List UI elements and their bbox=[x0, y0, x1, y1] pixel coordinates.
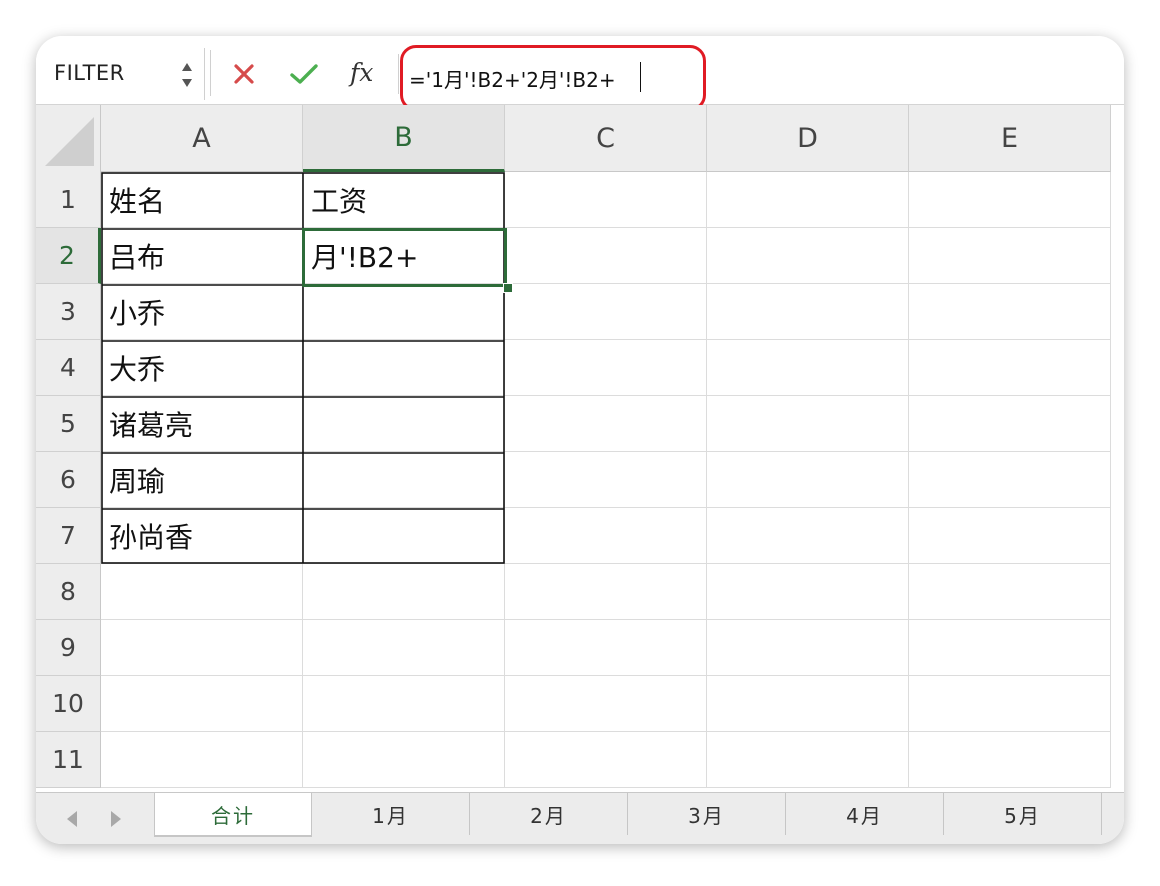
chevron-right-icon bbox=[111, 811, 121, 827]
sheet-tab[interactable]: 2月 bbox=[470, 793, 628, 835]
next-sheet-button[interactable] bbox=[106, 809, 126, 829]
cell-a8[interactable] bbox=[101, 564, 303, 620]
cell-e2[interactable] bbox=[909, 228, 1111, 284]
cell-e10[interactable] bbox=[909, 676, 1111, 732]
cell-b1[interactable]: 工资 bbox=[303, 172, 505, 228]
cell-a1[interactable]: 姓名 bbox=[101, 172, 303, 228]
fill-handle[interactable] bbox=[503, 283, 513, 293]
cell-b8[interactable] bbox=[303, 564, 505, 620]
cell-b11[interactable] bbox=[303, 732, 505, 788]
previous-sheet-button[interactable] bbox=[62, 809, 82, 829]
sheet-grid: ABCDE 1 2 3 4 5 6 7 8 9 10 11 姓名 工资 吕布 月'!B2+ 小乔 大乔 诸葛亮周… bbox=[36, 105, 1124, 792]
cell-e3[interactable] bbox=[909, 284, 1111, 340]
cell-d2[interactable] bbox=[707, 228, 909, 284]
sheet-tab-bar: 合计 1月 2月 3月 4月 5月 bbox=[36, 792, 1124, 844]
cell-a4[interactable]: 大乔 bbox=[101, 340, 303, 396]
cell-a6[interactable]: 周瑜 bbox=[101, 452, 303, 508]
cell-a5[interactable]: 诸葛亮 bbox=[101, 396, 303, 452]
cell-c8[interactable] bbox=[505, 564, 707, 620]
cell-e11[interactable] bbox=[909, 732, 1111, 788]
cell-d5[interactable] bbox=[707, 396, 909, 452]
cell-c3[interactable] bbox=[505, 284, 707, 340]
column-header-e[interactable]: E bbox=[909, 105, 1111, 172]
cell-b7[interactable] bbox=[303, 508, 505, 564]
cell-c7[interactable] bbox=[505, 508, 707, 564]
cell-e8[interactable] bbox=[909, 564, 1111, 620]
sheet-tab[interactable]: 5月 bbox=[944, 793, 1102, 835]
cell-c4[interactable] bbox=[505, 340, 707, 396]
row-header-3[interactable]: 3 bbox=[36, 284, 101, 340]
cell-c5[interactable] bbox=[505, 396, 707, 452]
column-header-d[interactable]: D bbox=[707, 105, 909, 172]
cell-e6[interactable] bbox=[909, 452, 1111, 508]
cell-c2[interactable] bbox=[505, 228, 707, 284]
cell-b2[interactable]: 月'!B2+ bbox=[303, 228, 505, 284]
cell-a7[interactable]: 孙尚香 bbox=[101, 508, 303, 564]
column-header-c[interactable]: C bbox=[505, 105, 707, 172]
row-header-6[interactable]: 6 bbox=[36, 452, 101, 508]
cell-e4[interactable] bbox=[909, 340, 1111, 396]
cell-a2[interactable]: 吕布 bbox=[101, 228, 303, 284]
stepper-arrows-icon[interactable] bbox=[178, 58, 196, 92]
sheet-tab[interactable]: 1月 bbox=[312, 793, 470, 835]
cell-b9[interactable] bbox=[303, 620, 505, 676]
formula-bar: FILTER fx ='1月'!B2+'2月'!B2+ bbox=[36, 36, 1124, 111]
insert-function-button[interactable]: fx bbox=[350, 58, 373, 87]
cell-c10[interactable] bbox=[505, 676, 707, 732]
cell-b5[interactable] bbox=[303, 396, 505, 452]
cell-c6[interactable] bbox=[505, 452, 707, 508]
cell-b3[interactable] bbox=[303, 284, 505, 340]
cell-d7[interactable] bbox=[707, 508, 909, 564]
cell-b10[interactable] bbox=[303, 676, 505, 732]
cell-e9[interactable] bbox=[909, 620, 1111, 676]
spreadsheet-window: FILTER fx ='1月'!B2+'2月'!B2+ A B C D E 1 … bbox=[36, 36, 1124, 844]
sheet-tab[interactable]: 合计 bbox=[154, 793, 312, 837]
row-header-4[interactable]: 4 bbox=[36, 340, 101, 396]
cell-d10[interactable] bbox=[707, 676, 909, 732]
cell-b6[interactable] bbox=[303, 452, 505, 508]
chevron-left-icon bbox=[67, 811, 77, 827]
confirm-button[interactable] bbox=[286, 56, 322, 92]
cell-d3[interactable] bbox=[707, 284, 909, 340]
cell-d1[interactable] bbox=[707, 172, 909, 228]
row-header-10[interactable]: 10 bbox=[36, 676, 101, 732]
name-box[interactable]: FILTER bbox=[36, 48, 205, 100]
name-box-value: FILTER bbox=[54, 61, 125, 85]
row-header-11[interactable]: 11 bbox=[36, 732, 101, 788]
cell-c9[interactable] bbox=[505, 620, 707, 676]
cell-a3[interactable]: 小乔 bbox=[101, 284, 303, 340]
x-icon bbox=[234, 64, 254, 84]
cell-e7[interactable] bbox=[909, 508, 1111, 564]
cell-a10[interactable] bbox=[101, 676, 303, 732]
cell-a11[interactable] bbox=[101, 732, 303, 788]
sheet-tab[interactable]: 3月 bbox=[628, 793, 786, 835]
cancel-button[interactable] bbox=[226, 56, 262, 92]
cell-b4[interactable] bbox=[303, 340, 505, 396]
cell-d9[interactable] bbox=[707, 620, 909, 676]
row-header-8[interactable]: 8 bbox=[36, 564, 101, 620]
cell-c11[interactable] bbox=[505, 732, 707, 788]
formula-highlight-annotation bbox=[400, 45, 706, 111]
cell-e5[interactable] bbox=[909, 396, 1111, 452]
cell-d8[interactable] bbox=[707, 564, 909, 620]
row-header-2[interactable]: 2 bbox=[36, 228, 101, 284]
select-all-corner[interactable] bbox=[36, 105, 101, 173]
row-header-7[interactable]: 7 bbox=[36, 508, 101, 564]
row-header-9[interactable]: 9 bbox=[36, 620, 101, 676]
column-header-a[interactable]: A bbox=[101, 105, 303, 172]
corner-triangle-icon bbox=[45, 117, 94, 166]
cell-a9[interactable] bbox=[101, 620, 303, 676]
cell-e1[interactable] bbox=[909, 172, 1111, 228]
cell-c1[interactable] bbox=[505, 172, 707, 228]
cell-d11[interactable] bbox=[707, 732, 909, 788]
separator bbox=[210, 50, 211, 96]
sheet-tab[interactable]: 4月 bbox=[786, 793, 944, 835]
row-header-1[interactable]: 1 bbox=[36, 172, 101, 228]
separator bbox=[398, 54, 399, 94]
column-header-b[interactable]: B bbox=[303, 105, 505, 172]
check-icon bbox=[290, 64, 318, 84]
row-header-5[interactable]: 5 bbox=[36, 396, 101, 452]
cell-d6[interactable] bbox=[707, 452, 909, 508]
cell-d4[interactable] bbox=[707, 340, 909, 396]
